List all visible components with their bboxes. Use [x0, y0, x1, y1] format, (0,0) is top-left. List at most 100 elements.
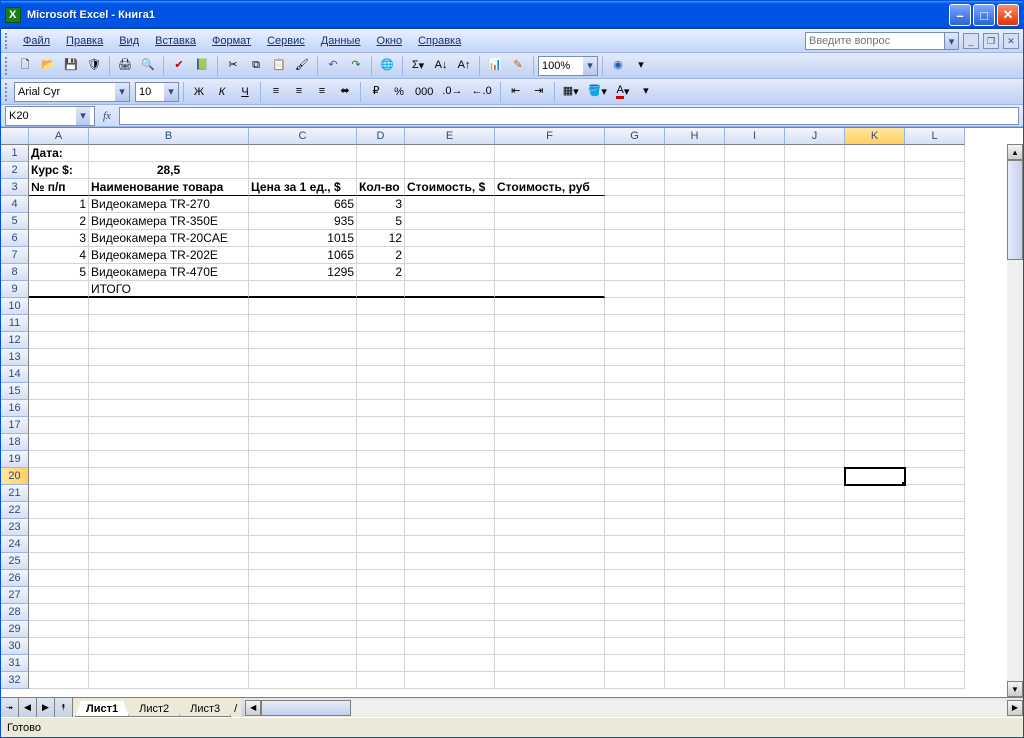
maximize-button[interactable]: □	[973, 4, 995, 26]
cell-C6[interactable]: 1015	[249, 230, 357, 247]
cell-D11[interactable]	[357, 315, 405, 332]
align-left-button[interactable]: ≡	[265, 81, 287, 103]
align-center-button[interactable]: ≡	[288, 81, 310, 103]
horizontal-scroll-thumb[interactable]	[261, 700, 351, 716]
spelling-button[interactable]: ✔	[168, 55, 190, 77]
horizontal-scrollbar[interactable]: ◀ ▶	[245, 698, 1023, 717]
cell-D5[interactable]: 5	[357, 213, 405, 230]
cell-K5[interactable]	[845, 213, 905, 230]
toolbar-formatting-options-button[interactable]: ▾	[635, 81, 657, 103]
cell-F31[interactable]	[495, 655, 605, 672]
cell-G6[interactable]	[605, 230, 665, 247]
fx-button[interactable]: fx	[99, 110, 115, 122]
cell-B16[interactable]	[89, 400, 249, 417]
cell-C21[interactable]	[249, 485, 357, 502]
row-header-15[interactable]: 15	[1, 383, 29, 400]
cell-A22[interactable]	[29, 502, 89, 519]
cell-C27[interactable]	[249, 587, 357, 604]
row-header-32[interactable]: 32	[1, 672, 29, 689]
cell-J13[interactable]	[785, 349, 845, 366]
cell-H6[interactable]	[665, 230, 725, 247]
cell-I32[interactable]	[725, 672, 785, 689]
cell-D4[interactable]: 3	[357, 196, 405, 213]
cell-J26[interactable]	[785, 570, 845, 587]
cell-I1[interactable]	[725, 145, 785, 162]
cell-K6[interactable]	[845, 230, 905, 247]
fontsize-arrow[interactable]: ▾	[164, 83, 178, 101]
cell-H25[interactable]	[665, 553, 725, 570]
sort-asc-button[interactable]: A↓	[430, 55, 452, 77]
cell-H1[interactable]	[665, 145, 725, 162]
row-header-26[interactable]: 26	[1, 570, 29, 587]
cell-A4[interactable]: 1	[29, 196, 89, 213]
cell-D30[interactable]	[357, 638, 405, 655]
cell-B30[interactable]	[89, 638, 249, 655]
row-header-20[interactable]: 20	[1, 468, 29, 485]
scroll-up-button[interactable]: ▲	[1007, 144, 1023, 160]
row-header-30[interactable]: 30	[1, 638, 29, 655]
select-all-corner[interactable]	[1, 128, 29, 145]
cell-E2[interactable]	[405, 162, 495, 179]
cell-F2[interactable]	[495, 162, 605, 179]
cell-D13[interactable]	[357, 349, 405, 366]
cell-C19[interactable]	[249, 451, 357, 468]
cell-D29[interactable]	[357, 621, 405, 638]
cell-A24[interactable]	[29, 536, 89, 553]
bold-button[interactable]: Ж	[188, 81, 210, 103]
row-header-29[interactable]: 29	[1, 621, 29, 638]
cell-L19[interactable]	[905, 451, 965, 468]
col-header-B[interactable]: B	[89, 128, 249, 145]
cell-E24[interactable]	[405, 536, 495, 553]
cell-A21[interactable]	[29, 485, 89, 502]
decrease-indent-button[interactable]: ⇤	[505, 81, 527, 103]
cell-C23[interactable]	[249, 519, 357, 536]
cell-D22[interactable]	[357, 502, 405, 519]
cell-L16[interactable]	[905, 400, 965, 417]
cell-E22[interactable]	[405, 502, 495, 519]
cell-I30[interactable]	[725, 638, 785, 655]
cell-H2[interactable]	[665, 162, 725, 179]
cell-G1[interactable]	[605, 145, 665, 162]
menubar-grip[interactable]	[5, 33, 11, 49]
cell-J23[interactable]	[785, 519, 845, 536]
underline-button[interactable]: Ч	[234, 81, 256, 103]
cell-C5[interactable]: 935	[249, 213, 357, 230]
cell-G16[interactable]	[605, 400, 665, 417]
help-search-input[interactable]	[805, 32, 945, 50]
cell-E26[interactable]	[405, 570, 495, 587]
col-header-F[interactable]: F	[495, 128, 605, 145]
formula-input[interactable]	[119, 107, 1019, 125]
cell-B8[interactable]: Видеокамера TR-470E	[89, 264, 249, 281]
cell-K31[interactable]	[845, 655, 905, 672]
cell-E12[interactable]	[405, 332, 495, 349]
cell-I19[interactable]	[725, 451, 785, 468]
cell-L2[interactable]	[905, 162, 965, 179]
tab-nav-prev[interactable]: ◀	[19, 698, 37, 717]
cell-G5[interactable]	[605, 213, 665, 230]
cell-F26[interactable]	[495, 570, 605, 587]
cell-A28[interactable]	[29, 604, 89, 621]
cell-H29[interactable]	[665, 621, 725, 638]
row-header-27[interactable]: 27	[1, 587, 29, 604]
cell-G7[interactable]	[605, 247, 665, 264]
cell-L4[interactable]	[905, 196, 965, 213]
cell-H10[interactable]	[665, 298, 725, 315]
cell-L27[interactable]	[905, 587, 965, 604]
cell-I6[interactable]	[725, 230, 785, 247]
cell-K32[interactable]	[845, 672, 905, 689]
cell-B15[interactable]	[89, 383, 249, 400]
cell-J24[interactable]	[785, 536, 845, 553]
cell-D21[interactable]	[357, 485, 405, 502]
cell-G19[interactable]	[605, 451, 665, 468]
row-header-2[interactable]: 2	[1, 162, 29, 179]
increase-indent-button[interactable]: ⇥	[528, 81, 550, 103]
cell-L11[interactable]	[905, 315, 965, 332]
col-header-A[interactable]: A	[29, 128, 89, 145]
cell-F25[interactable]	[495, 553, 605, 570]
scroll-down-button[interactable]: ▼	[1007, 681, 1023, 697]
cell-L29[interactable]	[905, 621, 965, 638]
col-header-J[interactable]: J	[785, 128, 845, 145]
cell-B1[interactable]	[89, 145, 249, 162]
cell-E15[interactable]	[405, 383, 495, 400]
cell-H18[interactable]	[665, 434, 725, 451]
